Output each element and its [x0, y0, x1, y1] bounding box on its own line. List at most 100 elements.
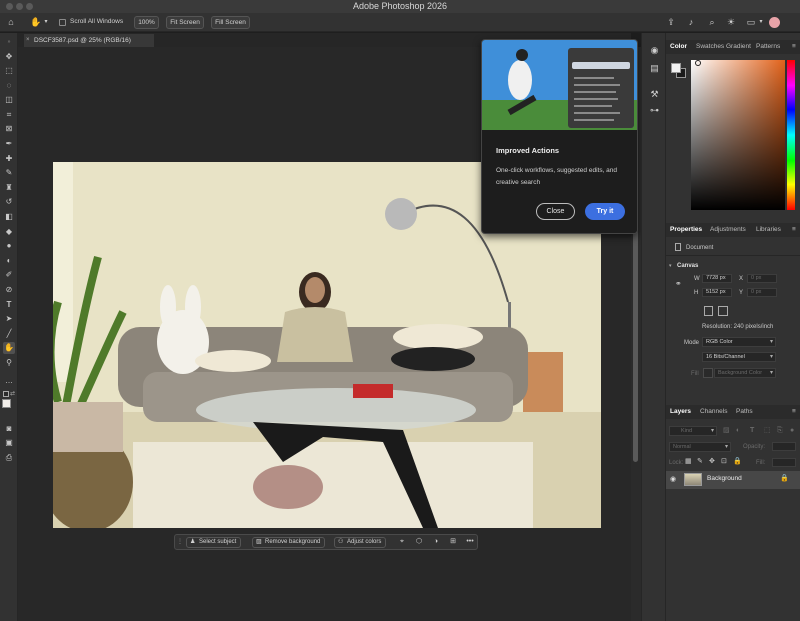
- lasso-icon[interactable]: ⌖: [397, 537, 407, 547]
- more-tools-icon[interactable]: …: [3, 375, 15, 387]
- lock-position-icon[interactable]: ✥: [709, 458, 715, 466]
- bit-depth-select[interactable]: 16 Bits/Channel: [702, 352, 776, 362]
- lock-icon[interactable]: 🔒: [780, 474, 789, 482]
- quick-mask-icon[interactable]: ◙: [3, 423, 15, 435]
- color-picker-cursor[interactable]: [695, 60, 701, 66]
- home-icon[interactable]: ⌂: [6, 17, 16, 27]
- window-minimize-dot[interactable]: [16, 3, 23, 10]
- swap-colors-icon[interactable]: ⇄: [10, 390, 16, 397]
- remove-background-button[interactable]: ▨ Remove background: [252, 537, 326, 548]
- dodge-tool-icon[interactable]: ◐: [3, 255, 15, 267]
- y-field[interactable]: 0 px: [747, 288, 777, 297]
- tab-layers[interactable]: Layers: [670, 405, 691, 419]
- comments-panel-icon[interactable]: ▤: [649, 63, 660, 73]
- blend-mode-select[interactable]: Normal: [669, 442, 731, 452]
- more-icon[interactable]: •••: [465, 537, 475, 547]
- search-icon[interactable]: ⌕: [707, 17, 717, 27]
- hand-tool-icon[interactable]: ✋: [3, 342, 15, 354]
- hue-slider[interactable]: [787, 60, 795, 210]
- brush-tool-icon[interactable]: ✎: [3, 167, 15, 179]
- generate-icon[interactable]: ⊞: [448, 537, 458, 547]
- tab-properties[interactable]: Properties: [670, 223, 702, 237]
- tab-libraries[interactable]: Libraries: [756, 223, 781, 237]
- screen-mode-icon[interactable]: ▣: [3, 437, 15, 449]
- type-filter-icon[interactable]: T: [750, 427, 754, 435]
- crop-tool-icon[interactable]: ⌗: [3, 109, 15, 121]
- marquee-tool-icon[interactable]: ⬚: [3, 65, 15, 77]
- brush-panel-icon[interactable]: ⚒: [649, 89, 660, 99]
- share-for-review-icon[interactable]: ⎙: [3, 452, 15, 464]
- opacity-field[interactable]: [772, 442, 796, 451]
- popup-try-it-button[interactable]: Try it: [585, 203, 625, 220]
- path-selection-tool-icon[interactable]: ➤: [3, 313, 15, 325]
- document-tab[interactable]: × DSCF3587.psd @ 25% (RGB/16): [24, 34, 154, 47]
- default-colors-icon[interactable]: [3, 391, 9, 397]
- paint-bucket-tool-icon[interactable]: ◆: [3, 226, 15, 238]
- window-close-dot[interactable]: [6, 3, 13, 10]
- select-subject-button[interactable]: ♟ Select subject: [186, 537, 242, 548]
- blur-tool-icon[interactable]: ●: [3, 240, 15, 252]
- toolbar-collapse-icon[interactable]: »: [3, 36, 15, 48]
- foreground-color-swatch[interactable]: [2, 399, 11, 408]
- panel-menu-icon[interactable]: ≡: [792, 40, 796, 54]
- link-icon[interactable]: ⚭: [675, 280, 682, 288]
- foreground-color-chip[interactable]: [671, 63, 681, 73]
- panel-menu-icon[interactable]: ≡: [792, 223, 796, 237]
- adjustments-panel-icon[interactable]: ⊶: [649, 105, 660, 115]
- eye-icon[interactable]: ◉: [670, 475, 676, 483]
- history-brush-tool-icon[interactable]: ↺: [3, 196, 15, 208]
- tab-adjustments[interactable]: Adjustments: [710, 223, 746, 237]
- layer-kind-filter[interactable]: Kind: [669, 426, 717, 436]
- smart-object-filter-icon[interactable]: ⎘: [777, 427, 783, 435]
- portrait-orientation-icon[interactable]: [704, 306, 713, 316]
- bell-icon[interactable]: ♪: [686, 17, 696, 27]
- fill-select[interactable]: Background Color: [714, 368, 776, 378]
- gradient-panel-icon[interactable]: ◉: [649, 45, 660, 55]
- height-field[interactable]: 5152 px: [702, 288, 732, 297]
- zoom-100-button[interactable]: 100%: [134, 16, 159, 29]
- image-filter-icon[interactable]: ▨: [723, 427, 730, 435]
- tab-color[interactable]: Color: [670, 40, 687, 54]
- tab-paths[interactable]: Paths: [736, 405, 753, 419]
- lock-image-icon[interactable]: ✎: [697, 458, 703, 466]
- lock-icon[interactable]: ⊘: [3, 284, 15, 296]
- width-field[interactable]: 7728 px: [702, 274, 732, 283]
- lasso-tool-icon[interactable]: ◌: [3, 80, 15, 92]
- eraser-tool-icon[interactable]: ◧: [3, 211, 15, 223]
- workspace-icon[interactable]: ▭: [746, 17, 756, 27]
- adjust-colors-button[interactable]: ⚇ Adjust colors: [334, 537, 387, 548]
- close-icon[interactable]: ×: [26, 34, 30, 47]
- fill-screen-button[interactable]: Fill Screen: [211, 16, 250, 29]
- popup-close-button[interactable]: Close: [536, 203, 575, 220]
- transform-icon[interactable]: ⬡: [414, 537, 424, 547]
- line-tool-icon[interactable]: ╱: [3, 328, 15, 340]
- pen-tool-icon[interactable]: ✐: [3, 269, 15, 281]
- tab-channels[interactable]: Channels: [700, 405, 727, 419]
- layer-row[interactable]: ◉ Background 🔒: [666, 471, 800, 489]
- share-icon[interactable]: ⇪: [666, 17, 676, 27]
- tab-swatches[interactable]: Swatches: [696, 40, 724, 54]
- type-tool-icon[interactable]: T: [3, 299, 15, 311]
- zoom-tool-icon[interactable]: ⚲: [3, 357, 15, 369]
- filter-toggle-icon[interactable]: ●: [790, 427, 794, 435]
- fill-field[interactable]: [772, 458, 796, 467]
- lock-all-icon[interactable]: 🔒: [733, 458, 742, 466]
- avatar[interactable]: [769, 17, 780, 28]
- chevron-down-icon[interactable]: ▾: [43, 17, 49, 27]
- color-field[interactable]: [691, 60, 785, 210]
- lock-transparent-icon[interactable]: ▦: [685, 458, 692, 466]
- eyedropper-tool-icon[interactable]: ✒: [3, 138, 15, 150]
- clone-stamp-tool-icon[interactable]: ♜: [3, 182, 15, 194]
- window-zoom-dot[interactable]: [26, 3, 33, 10]
- landscape-orientation-icon[interactable]: [718, 306, 728, 316]
- drag-handle-icon[interactable]: ⋮: [177, 537, 183, 547]
- workspace-chevron-icon[interactable]: ▾: [757, 17, 765, 27]
- adjustment-filter-icon[interactable]: ◐: [736, 427, 740, 435]
- fill-swatch[interactable]: [703, 368, 713, 378]
- lock-artboard-icon[interactable]: ⊡: [721, 458, 727, 466]
- adjustment-layer-icon[interactable]: ◑: [431, 537, 441, 547]
- x-field[interactable]: 0 px: [747, 274, 777, 283]
- scroll-all-windows-checkbox[interactable]: [59, 19, 66, 26]
- canvas-scroll-thumb[interactable]: [633, 230, 638, 462]
- tab-gradient[interactable]: Gradient: [726, 40, 751, 54]
